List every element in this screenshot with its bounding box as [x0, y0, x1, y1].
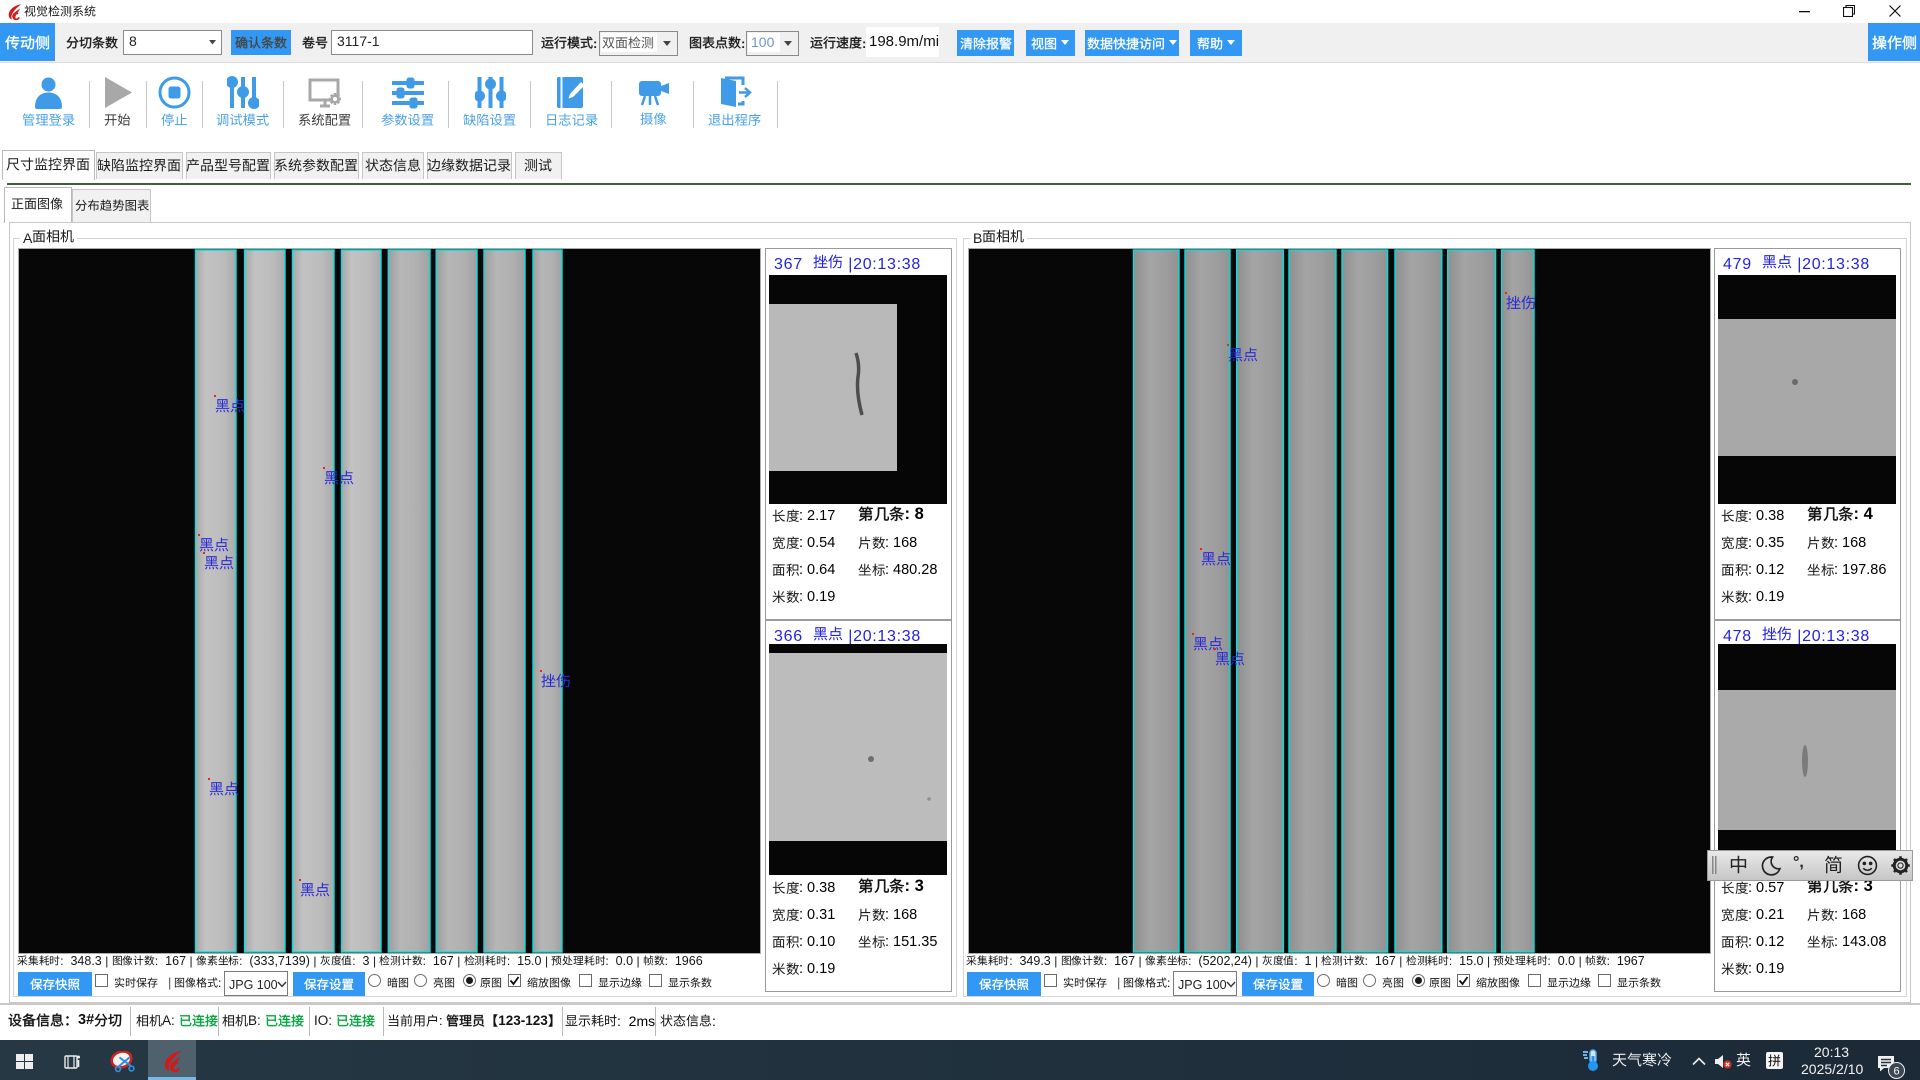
svg-text:6: 6 — [1893, 1066, 1899, 1078]
